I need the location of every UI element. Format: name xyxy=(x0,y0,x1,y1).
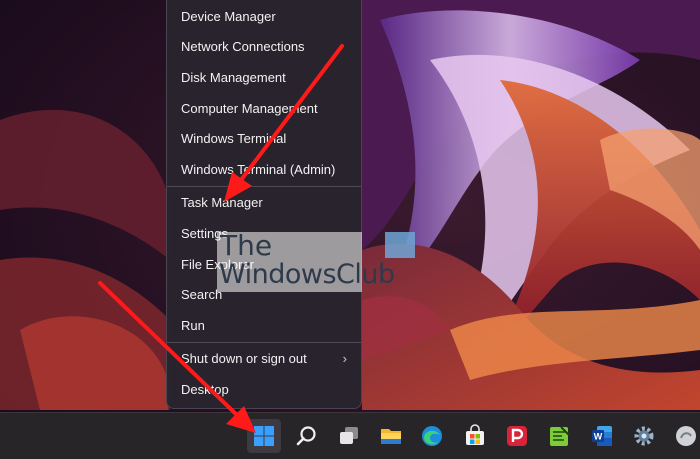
word-icon: W xyxy=(592,426,612,446)
menu-separator xyxy=(167,186,361,187)
task-view-icon xyxy=(340,427,358,444)
pocket-icon xyxy=(507,426,527,446)
menu-item-device-manager[interactable]: Device Manager xyxy=(167,3,361,31)
menu-item-shut-down-or-sign-out[interactable]: Shut down or sign out › xyxy=(167,345,361,373)
search-icon xyxy=(296,426,316,446)
taskbar-search-button[interactable] xyxy=(290,419,324,453)
svg-text:W: W xyxy=(594,432,603,442)
menu-item-desktop[interactable]: Desktop xyxy=(167,376,361,404)
menu-item-windows-terminal-admin[interactable]: Windows Terminal (Admin) xyxy=(167,156,361,184)
thewindowsclub-watermark: The WindowsClub xyxy=(217,230,415,292)
app-icon xyxy=(676,426,696,446)
menu-item-disk-management[interactable]: Disk Management xyxy=(167,64,361,92)
microsoft-store-icon xyxy=(466,424,484,445)
notepad-plus-plus-button[interactable] xyxy=(542,419,576,453)
microsoft-store-button[interactable] xyxy=(458,419,492,453)
file-explorer-icon xyxy=(381,429,401,444)
file-explorer-button[interactable] xyxy=(374,419,408,453)
chevron-right-icon: › xyxy=(342,351,347,366)
settings-button[interactable] xyxy=(627,419,661,453)
winx-context-menu: Device Manager Network Connections Disk … xyxy=(166,0,362,409)
menu-item-task-manager[interactable]: Task Manager xyxy=(167,189,361,217)
menu-item-windows-terminal[interactable]: Windows Terminal xyxy=(167,125,361,153)
menu-item-network-connections[interactable]: Network Connections xyxy=(167,33,361,61)
edge-icon xyxy=(422,426,442,446)
start-button[interactable] xyxy=(247,419,281,453)
word-button[interactable]: W xyxy=(585,419,619,453)
notepad-plus-plus-icon xyxy=(550,426,570,446)
menu-item-run[interactable]: Run xyxy=(167,312,361,340)
settings-gear-icon xyxy=(634,426,654,446)
app-button[interactable] xyxy=(669,419,700,453)
menu-item-computer-management[interactable]: Computer Management xyxy=(167,95,361,123)
pocket-button[interactable] xyxy=(500,419,534,453)
edge-button[interactable] xyxy=(415,419,449,453)
task-view-button[interactable] xyxy=(332,419,366,453)
taskbar: W xyxy=(0,412,700,459)
windows-start-icon xyxy=(254,426,274,446)
menu-separator xyxy=(167,342,361,343)
